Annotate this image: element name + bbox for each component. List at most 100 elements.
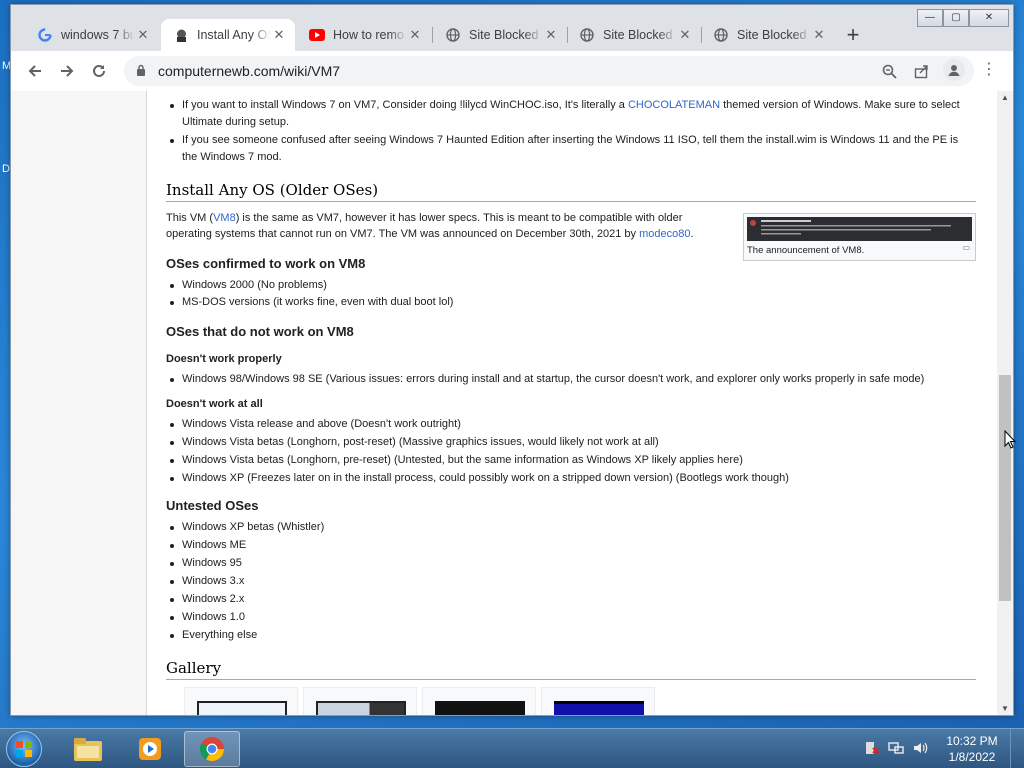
tab-title: Site Blocked bbox=[603, 28, 673, 42]
tab-title: Install Any OS bbox=[197, 28, 271, 42]
gallery-image[interactable] bbox=[435, 701, 525, 715]
url-text[interactable]: computernewb.com/wiki/VM7 bbox=[158, 63, 340, 79]
profile-avatar-icon[interactable] bbox=[943, 59, 965, 81]
arrow-left-icon bbox=[28, 65, 41, 77]
announcement-thumbnail[interactable]: The announcement of VM8. ▭ bbox=[743, 213, 976, 261]
mouse-cursor-icon bbox=[1004, 430, 1016, 449]
list-item: Windows 2.x bbox=[166, 591, 726, 608]
new-tab-button[interactable]: + bbox=[841, 23, 865, 47]
list-item: Windows 95 bbox=[166, 555, 726, 572]
tab-site-blocked[interactable]: Site Blocked ✕ bbox=[433, 19, 567, 51]
gallery-image[interactable] bbox=[554, 701, 644, 715]
page-scrollbar[interactable]: ▲ ▼ bbox=[997, 91, 1013, 715]
start-button[interactable] bbox=[6, 731, 42, 767]
system-tray: 10:32 PM 1/8/2022 bbox=[864, 729, 1024, 768]
show-desktop-button[interactable] bbox=[1010, 729, 1024, 768]
reload-button[interactable] bbox=[83, 55, 115, 87]
scrollbar-thumb[interactable] bbox=[999, 375, 1011, 601]
close-icon[interactable]: ✕ bbox=[407, 27, 423, 43]
list-item: If you see someone confused after seeing… bbox=[166, 132, 976, 166]
arrow-right-icon bbox=[61, 65, 74, 77]
not-working-heading: OSes that do not work on VM8 bbox=[166, 324, 354, 339]
tab-title: Site Blocked bbox=[737, 28, 807, 42]
clock[interactable]: 10:32 PM 1/8/2022 bbox=[934, 733, 1010, 765]
scroll-down-icon[interactable]: ▼ bbox=[997, 704, 1013, 713]
tab-windows7[interactable]: windows 7 bu ✕ bbox=[25, 19, 159, 51]
list-item: Windows ME bbox=[166, 537, 726, 554]
minimize-button[interactable]: — bbox=[917, 9, 943, 27]
site-icon bbox=[173, 27, 189, 43]
list-item: Windows XP (Freezes later on in the inst… bbox=[166, 470, 976, 487]
close-icon[interactable]: ✕ bbox=[677, 27, 693, 43]
gallery-item[interactable] bbox=[422, 687, 536, 715]
gallery-heading: Gallery bbox=[166, 659, 976, 680]
top-bullet-list: If you want to install Windows 7 on VM7,… bbox=[166, 97, 976, 166]
tab-install-any-os[interactable]: Install Any OS ✕ bbox=[161, 19, 295, 51]
confirmed-heading: OSes confirmed to work on VM8 bbox=[166, 256, 366, 271]
back-button[interactable] bbox=[19, 55, 51, 87]
close-window-button[interactable]: ✕ bbox=[969, 9, 1009, 27]
list-item: Windows Vista betas (Longhorn, pre-reset… bbox=[166, 452, 976, 469]
confirmed-list: Windows 2000 (No problems) MS-DOS versio… bbox=[166, 277, 726, 311]
list-item: Windows 98/Windows 98 SE (Various issues… bbox=[166, 371, 976, 388]
tab-title: windows 7 bu bbox=[61, 28, 135, 42]
tab-strip: windows 7 bu ✕ Install Any OS ✕ How to r… bbox=[11, 5, 1013, 51]
web-page: If you want to install Windows 7 on VM7,… bbox=[11, 91, 1013, 715]
forward-button[interactable] bbox=[51, 55, 83, 87]
browser-window: windows 7 bu ✕ Install Any OS ✕ How to r… bbox=[10, 4, 1014, 716]
address-bar[interactable]: computernewb.com/wiki/VM7 bbox=[124, 56, 974, 86]
thumbnail-caption: The announcement of VM8. bbox=[747, 245, 865, 256]
chrome-icon[interactable] bbox=[184, 731, 240, 767]
tab-site-blocked[interactable]: Site Blocked ✕ bbox=[701, 19, 835, 51]
network-icon[interactable] bbox=[888, 740, 904, 759]
enlarge-icon[interactable]: ▭ bbox=[962, 243, 970, 252]
gallery-item[interactable] bbox=[541, 687, 655, 715]
vm8-link[interactable]: VM8 bbox=[213, 212, 236, 224]
media-player-icon[interactable] bbox=[122, 731, 178, 767]
not-properly-list: Windows 98/Windows 98 SE (Various issues… bbox=[166, 371, 976, 388]
list-item: If you want to install Windows 7 on VM7,… bbox=[166, 97, 976, 131]
desktop-icon-label: D bbox=[2, 163, 10, 175]
volume-icon[interactable] bbox=[912, 740, 928, 759]
close-icon[interactable]: ✕ bbox=[135, 27, 151, 43]
share-icon[interactable] bbox=[912, 62, 930, 80]
gallery-image[interactable] bbox=[197, 701, 287, 715]
zoom-icon[interactable] bbox=[880, 62, 898, 80]
chocolateman-link[interactable]: CHOCOLATEMAN bbox=[628, 99, 720, 111]
tab-site-blocked[interactable]: Site Blocked ✕ bbox=[567, 19, 701, 51]
tab-how-to-remove[interactable]: How to remo ✕ bbox=[297, 19, 431, 51]
list-item: Windows 1.0 bbox=[166, 609, 726, 626]
not-at-all-heading: Doesn't work at all bbox=[166, 398, 263, 410]
list-item: MS-DOS versions (it works fine, even wit… bbox=[166, 294, 726, 311]
maximize-button[interactable]: ▢ bbox=[943, 9, 969, 27]
menu-dots-icon[interactable]: ⋮ bbox=[981, 62, 997, 78]
gallery-image[interactable] bbox=[316, 701, 406, 715]
action-center-icon[interactable] bbox=[864, 740, 880, 759]
lock-icon[interactable] bbox=[136, 64, 146, 79]
list-item: Windows Vista release and above (Doesn't… bbox=[166, 416, 976, 433]
announcement-image[interactable] bbox=[747, 217, 972, 241]
list-item: Windows 2000 (No problems) bbox=[166, 277, 726, 294]
untested-list: Windows XP betas (Whistler) Windows ME W… bbox=[166, 519, 726, 644]
list-item: Windows XP betas (Whistler) bbox=[166, 519, 726, 536]
list-item: Everything else bbox=[166, 627, 726, 644]
youtube-icon bbox=[309, 27, 325, 43]
globe-icon bbox=[445, 27, 461, 43]
browser-toolbar: computernewb.com/wiki/VM7 ⋮ bbox=[11, 51, 1013, 91]
scroll-up-icon[interactable]: ▲ bbox=[997, 93, 1013, 102]
intro-paragraph: This VM (VM8) is the same as VM7, howeve… bbox=[166, 212, 694, 240]
untested-heading: Untested OSes bbox=[166, 498, 259, 513]
globe-icon bbox=[713, 27, 729, 43]
gallery-item[interactable] bbox=[184, 687, 298, 715]
explorer-icon[interactable] bbox=[60, 731, 116, 767]
modeco80-link[interactable]: modeco80 bbox=[639, 228, 690, 240]
gallery bbox=[184, 687, 655, 715]
close-icon[interactable]: ✕ bbox=[811, 27, 827, 43]
windows-logo-icon bbox=[16, 741, 32, 757]
list-item: Windows Vista betas (Longhorn, post-rese… bbox=[166, 434, 976, 451]
gallery-item[interactable] bbox=[303, 687, 417, 715]
close-icon[interactable]: ✕ bbox=[271, 27, 287, 43]
close-icon[interactable]: ✕ bbox=[543, 27, 559, 43]
tab-title: Site Blocked bbox=[469, 28, 539, 42]
globe-icon bbox=[579, 27, 595, 43]
